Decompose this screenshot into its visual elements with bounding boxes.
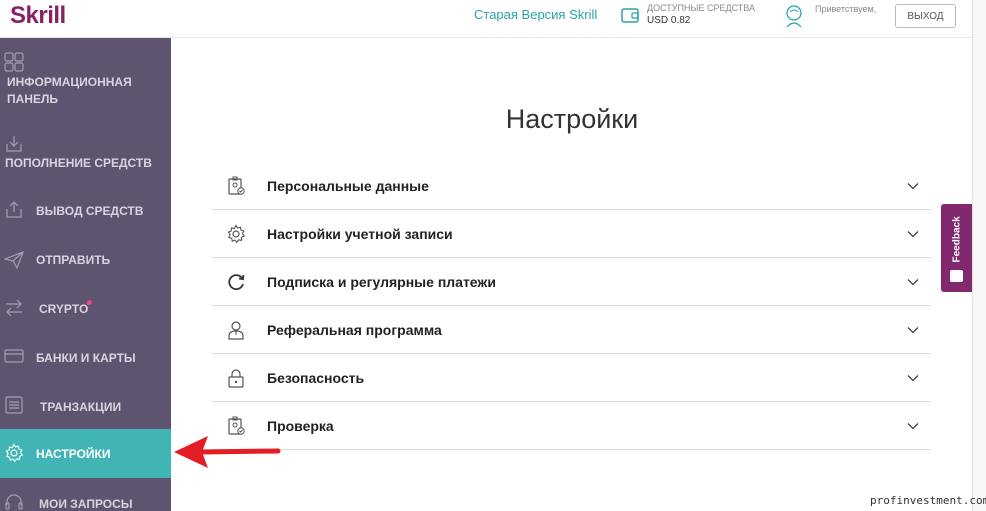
settings-row-label: Безопасность: [267, 370, 365, 386]
refresh-icon: [228, 274, 245, 291]
page-scrollbar[interactable]: [972, 0, 986, 511]
sidebar-item-label: НАСТРОЙКИ: [36, 447, 111, 461]
sidebar-item-dashboard[interactable]: ИНФОРМАЦИОННАЯ ПАНЕЛЬ: [0, 48, 171, 118]
withdraw-icon: [6, 201, 22, 218]
headset-icon: [5, 494, 23, 510]
chevron-down-icon: [907, 423, 919, 430]
logout-button[interactable]: ВЫХОД: [895, 4, 956, 28]
gear-icon: [227, 224, 246, 244]
sidebar-item-settings[interactable]: НАСТРОЙКИ: [0, 429, 171, 478]
settings-row-label: Настройки учетной записи: [267, 226, 453, 242]
lock-icon: [228, 369, 244, 388]
gear-icon: [5, 443, 24, 463]
sidebar-item-label: ВЫВОД СРЕДСТВ: [36, 204, 144, 218]
sidebar-item-label: ИНФОРМАЦИОННАЯ ПАНЕЛЬ: [7, 75, 132, 106]
sidebar-item-label: ТРАНЗАКЦИИ: [40, 400, 122, 414]
watermark-text: profinvestment.com: [870, 494, 986, 507]
settings-row-verification[interactable]: Проверка: [212, 402, 931, 450]
settings-row-personal-data[interactable]: Персональные данные: [212, 162, 931, 210]
chevron-down-icon: [907, 231, 919, 238]
old-version-link[interactable]: Старая Версия Skrill: [474, 7, 597, 22]
feedback-label: Feedback: [951, 216, 963, 263]
top-header: Skrill Старая Версия Skrill ДОСТУПНЫЕ СР…: [0, 0, 972, 38]
crypto-new-badge: [87, 300, 92, 305]
sidebar-item-transactions[interactable]: ТРАНЗАКЦИИ: [0, 384, 171, 428]
transactions-icon: [5, 396, 23, 414]
sidebar-item-banks-cards[interactable]: БАНКИ И КАРТЫ: [0, 336, 171, 380]
dashboard-icon: [4, 52, 24, 72]
page-title: Настройки: [505, 104, 639, 134]
settings-list: Персональные данные Настройки учетной за…: [212, 162, 931, 450]
balance-label: ДОСТУПНЫЕ СРЕДСТВА: [647, 3, 755, 13]
sidebar-item-label: CRYPTO: [39, 302, 89, 316]
greeting-text: Приветствуем,: [815, 4, 877, 14]
settings-row-security[interactable]: Безопасность: [212, 354, 931, 402]
chevron-down-icon: [907, 327, 919, 334]
id-badge-icon: [228, 176, 245, 195]
person-icon: [228, 321, 244, 340]
chevron-down-icon: [907, 183, 919, 190]
balance-value: USD 0.82: [647, 15, 691, 26]
sidebar-item-label: ОТПРАВИТЬ: [36, 253, 111, 267]
deposit-icon: [6, 136, 22, 152]
settings-row-label: Персональные данные: [267, 178, 429, 194]
skrill-logo[interactable]: Skrill: [10, 2, 66, 30]
sidebar-item-withdraw[interactable]: ВЫВОД СРЕДСТВ: [0, 188, 171, 232]
settings-row-account-settings[interactable]: Настройки учетной записи: [212, 210, 931, 258]
send-icon: [4, 250, 24, 270]
feedback-tab[interactable]: Feedback: [941, 204, 972, 292]
user-avatar-icon[interactable]: [783, 3, 805, 29]
chat-icon: [950, 270, 963, 282]
sidebar-item-deposit[interactable]: ПОПОЛНЕНИЕ СРЕДСТВ: [0, 130, 171, 174]
settings-row-label: Подписка и регулярные платежи: [267, 274, 496, 290]
chevron-down-icon: [907, 279, 919, 286]
settings-row-label: Реферальная программа: [267, 322, 442, 338]
chevron-down-icon: [907, 375, 919, 382]
sidebar-item-crypto[interactable]: CRYPTO: [0, 288, 171, 332]
annotation-arrow: [174, 436, 281, 468]
sidebar-item-label: БАНКИ И КАРТЫ: [36, 351, 136, 365]
sidebar-item-send[interactable]: ОТПРАВИТЬ: [0, 238, 171, 282]
wallet-icon: [621, 8, 639, 23]
sidebar: ИНФОРМАЦИОННАЯ ПАНЕЛЬ ПОПОЛНЕНИЕ СРЕДСТВ…: [0, 38, 171, 511]
sidebar-item-my-requests[interactable]: МОИ ЗАПРОСЫ: [0, 482, 171, 511]
crypto-exchange-icon: [6, 299, 22, 317]
settings-row-subscriptions[interactable]: Подписка и регулярные платежи: [212, 258, 931, 306]
sidebar-item-label: ПОПОЛНЕНИЕ СРЕДСТВ: [5, 156, 152, 170]
sidebar-item-label: МОИ ЗАПРОСЫ: [39, 497, 133, 511]
bank-card-icon: [4, 349, 24, 363]
settings-row-referral[interactable]: Реферальная программа: [212, 306, 931, 354]
